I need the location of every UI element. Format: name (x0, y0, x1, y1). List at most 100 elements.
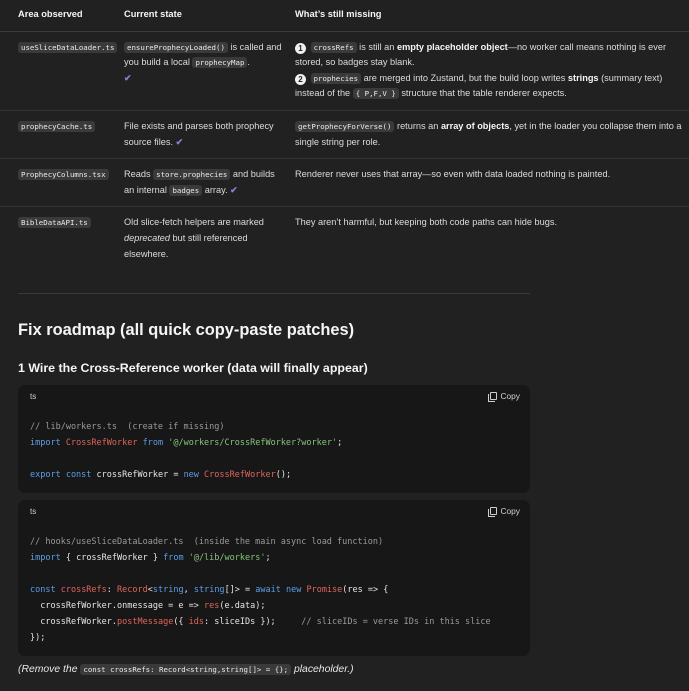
roadmap-heading: Fix roadmap (all quick copy-paste patche… (18, 321, 355, 339)
cell-text: array. (202, 184, 231, 195)
copy-icon (488, 392, 498, 402)
status-table: Area observed Current state What’s still… (0, 0, 689, 270)
code-token: }); (30, 633, 46, 643)
code-token: string (152, 585, 184, 595)
code-token: ; (265, 553, 271, 563)
cell-area: prophecyCache.ts (0, 110, 122, 160)
col-header-missing: What’s still missing (293, 0, 689, 32)
check-icon: ✔ (230, 184, 238, 195)
inline-code: store.prophecies (153, 169, 231, 181)
cell-state: Old slice-fetch helpers are marked depre… (122, 207, 293, 270)
cell-text: Old slice-fetch helpers are marked (124, 217, 264, 228)
note-text: placeholder.) (291, 664, 354, 675)
table-header-row: Area observed Current state What’s still… (0, 0, 689, 32)
code-token: { crossRefWorker } (65, 553, 158, 563)
code-token: new (183, 470, 199, 480)
cell-text: . (247, 57, 250, 68)
table-row: prophecyCache.ts File exists and parses … (0, 110, 689, 160)
inline-code: prophecies (310, 72, 362, 84)
inline-code: ensureProphecyLoaded() (124, 41, 228, 53)
code-language-label: ts (30, 392, 37, 401)
inline-code: crossRefs (310, 41, 357, 53)
note-text: (Remove the (18, 664, 81, 675)
code-token: = (168, 470, 184, 480)
check-icon: ✔ (124, 72, 132, 83)
cell-text: are merged into Zustand, but the build l… (361, 72, 568, 83)
cell-text: Renderer never uses that array—so even w… (295, 169, 611, 180)
code-token: CrossRefWorker (204, 470, 276, 480)
copy-label: Copy (500, 391, 520, 401)
code-token: crossRefWorker (96, 470, 169, 480)
number-2-icon: 2 (295, 73, 306, 85)
code-block: ts Copy // lib/workers.ts (create if mis… (18, 385, 530, 493)
cell-text: structure that the table renderer expect… (398, 88, 567, 99)
code-token: , (183, 585, 194, 595)
chat-response: Area observed Current state What’s still… (0, 0, 689, 270)
code-token: const (30, 585, 56, 595)
table-row: BibleDataAPI.ts Old slice-fetch helpers … (0, 207, 689, 270)
code-token: crossRefWorker.onmessage = e => (40, 601, 205, 611)
code-token: export const (30, 470, 92, 480)
code-token: : sliceIDs }); (204, 617, 276, 627)
inline-code: getProphecyForVerse() (295, 120, 395, 132)
code-token: CrossRefWorker (65, 438, 138, 448)
cell-missing: 1 crossRefs is still an empty placeholde… (293, 31, 689, 111)
cell-missing: Renderer never uses that array—so even w… (293, 158, 689, 208)
copy-button[interactable]: Copy (488, 391, 520, 402)
cell-area: useSliceDataLoader.ts (0, 31, 122, 111)
code-token: Promise (306, 585, 343, 595)
number-1-icon: 1 (295, 42, 306, 54)
code-token: '@/workers/CrossRefWorker?worker' (168, 438, 338, 448)
code-token: ids (188, 617, 205, 627)
cell-area: ProphecyColumns.tsx (0, 158, 122, 208)
col-header-state: Current state (122, 0, 293, 32)
inline-code: prophecyCache.ts (18, 120, 96, 132)
copy-label: Copy (500, 506, 520, 516)
italic-text: deprecated (124, 232, 170, 243)
check-icon: ✔ (175, 136, 184, 147)
code-token: ({ (173, 617, 189, 627)
code-token: postMessage (117, 617, 174, 627)
code-token: from (163, 553, 184, 563)
inline-code: useSliceDataLoader.ts (18, 41, 118, 53)
code-comment: // hooks/useSliceDataLoader.ts (inside t… (30, 537, 384, 547)
copy-button[interactable]: Copy (488, 506, 520, 517)
section-divider (18, 293, 530, 294)
cell-missing: getProphecyForVerse() returns an array o… (293, 110, 689, 160)
code-content: // lib/workers.ts (create if missing) im… (18, 409, 530, 483)
cell-text: File exists and parses both prophecy sou… (124, 120, 274, 147)
code-language-label: ts (30, 507, 37, 516)
bold-text: empty placeholder object (396, 41, 508, 52)
code-token: (res => { (342, 585, 389, 595)
inline-code: const crossRefs: Record<string,string[]>… (80, 664, 292, 675)
code-token: string (193, 585, 225, 595)
inline-code: BibleDataAPI.ts (18, 217, 91, 229)
inline-code: { P,F,V } (352, 88, 399, 100)
cell-state: File exists and parses both prophecy sou… (122, 110, 293, 160)
table-row: ProphecyColumns.tsx Reads store.propheci… (0, 158, 689, 208)
code-block-header: ts Copy (18, 500, 530, 524)
inline-code: badges (169, 184, 203, 196)
remove-placeholder-note: (Remove the const crossRefs: Record<stri… (18, 664, 354, 675)
cell-text: is still an (356, 41, 397, 52)
code-token: from (142, 438, 164, 448)
code-token: (); (275, 470, 292, 480)
table-row: useSliceDataLoader.ts ensureProphecyLoad… (0, 31, 689, 111)
code-token: import (30, 553, 61, 563)
cell-area: BibleDataAPI.ts (0, 207, 122, 270)
col-header-area: Area observed (0, 0, 122, 32)
step-1-heading: 1 Wire the Cross-Reference worker (data … (18, 361, 368, 375)
code-block-header: ts Copy (18, 385, 530, 409)
code-block: ts Copy // hooks/useSliceDataLoader.ts (… (18, 500, 530, 656)
code-token: res (204, 601, 220, 611)
bold-text: array of objects (440, 120, 510, 131)
code-comment: // sliceIDs = verse IDs in this slice (301, 617, 491, 627)
cell-state: Reads store.prophecies and builds an int… (122, 158, 293, 208)
code-token: crossRefWorker. (40, 617, 118, 627)
cell-text: returns an (394, 120, 441, 131)
cell-text: They aren’t harmful, but keeping both co… (295, 217, 558, 228)
code-token: Record (117, 585, 148, 595)
cell-missing: They aren’t harmful, but keeping both co… (293, 207, 689, 270)
bold-text: strings (567, 72, 599, 83)
code-token: import (30, 438, 61, 448)
